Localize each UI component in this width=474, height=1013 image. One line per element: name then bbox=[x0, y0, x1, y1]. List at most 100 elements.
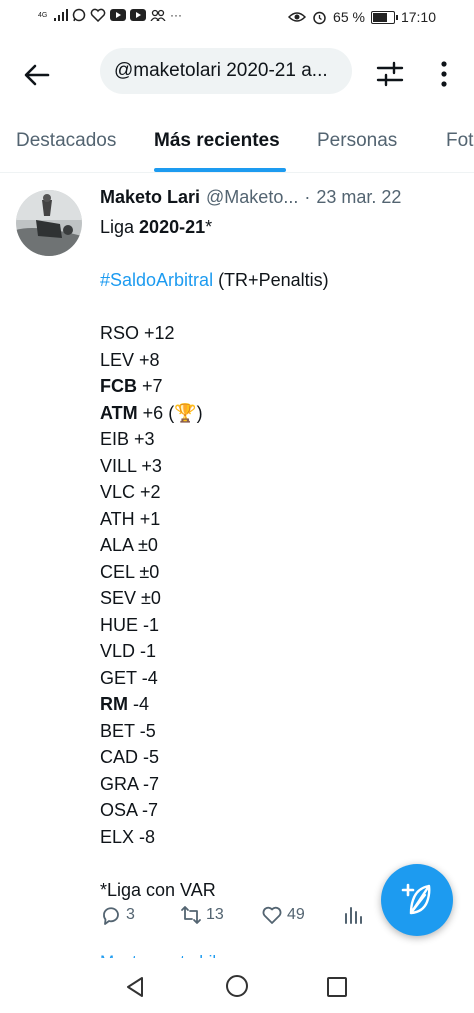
search-tabs: Destacados Más recientes Personas Fot bbox=[0, 118, 474, 173]
reply-icon bbox=[103, 907, 119, 925]
compose-tweet-button[interactable] bbox=[381, 864, 453, 936]
nav-back-button[interactable] bbox=[124, 975, 146, 1004]
ranking-row: VLC +2 bbox=[100, 479, 460, 506]
ranking-row: SEV ±0 bbox=[100, 585, 460, 612]
top-bar: @maketolari 2020-21 a... bbox=[0, 44, 474, 104]
nav-home-button[interactable] bbox=[224, 973, 250, 1004]
battery-icon bbox=[370, 10, 398, 24]
author-name[interactable]: Maketo Lari bbox=[100, 187, 200, 208]
youtube-icon-2 bbox=[130, 9, 146, 21]
status-bar-left: 4G ··· bbox=[38, 8, 182, 22]
team-code: CEL bbox=[100, 561, 135, 582]
team-balance: +7 bbox=[142, 376, 163, 396]
feather-plus-icon bbox=[401, 883, 431, 915]
ranking-row: GET -4 bbox=[100, 665, 460, 692]
analytics-button[interactable] bbox=[342, 904, 364, 926]
team-code: VILL bbox=[100, 455, 137, 476]
team-code: RM bbox=[100, 694, 128, 714]
system-nav-bar bbox=[0, 958, 474, 1013]
team-balance: -8 bbox=[139, 826, 156, 847]
separator-dot: · bbox=[304, 187, 311, 207]
team-code: VLC bbox=[100, 482, 136, 502]
heart-check-icon bbox=[90, 8, 106, 22]
team-code: ATH bbox=[100, 508, 135, 529]
team-code: GET bbox=[100, 667, 137, 688]
team-code: RSO bbox=[100, 323, 140, 343]
team-code: VLD bbox=[100, 641, 136, 661]
more-notifications-icon: ··· bbox=[170, 8, 182, 22]
team-balance: +8 bbox=[139, 349, 160, 370]
tweet-actions: 3 13 49 bbox=[100, 904, 400, 934]
team-balance: -1 bbox=[140, 641, 157, 661]
like-button[interactable]: 49 bbox=[261, 904, 305, 926]
team-balance: ±0 bbox=[138, 535, 158, 555]
team-code: LEV bbox=[100, 349, 135, 370]
team-balance: +6 (🏆) bbox=[142, 402, 203, 423]
eye-icon bbox=[288, 12, 307, 22]
tab-destacados[interactable]: Destacados bbox=[16, 130, 116, 152]
team-balance: -5 bbox=[143, 747, 160, 767]
team-balance: +3 bbox=[141, 455, 162, 476]
tab-personas[interactable]: Personas bbox=[317, 130, 397, 152]
team-code: EIB bbox=[100, 429, 130, 449]
team-code: SEV bbox=[100, 588, 137, 608]
tweet-text: Liga 2020-21* #SaldoArbitral (TR+Penalti… bbox=[100, 214, 460, 903]
team-code: ELX bbox=[100, 826, 135, 847]
team-balance: -4 bbox=[141, 667, 158, 688]
ranking-row: FCB +7 bbox=[100, 373, 460, 400]
team-code: BET bbox=[100, 720, 135, 741]
back-button[interactable] bbox=[20, 58, 54, 92]
reply-count: 3 bbox=[126, 906, 135, 923]
signal-icon bbox=[54, 9, 68, 21]
reply-button[interactable]: 3 bbox=[100, 904, 135, 926]
tweet-date[interactable]: 23 mar. 22 bbox=[316, 187, 401, 208]
bar-chart-icon bbox=[345, 907, 362, 924]
search-input[interactable]: @maketolari 2020-21 a... bbox=[100, 48, 352, 94]
ranking-row: VILL +3 bbox=[100, 453, 460, 480]
team-balance: +1 bbox=[139, 508, 161, 529]
team-code: GRA bbox=[100, 773, 139, 794]
network-indicator: 4G bbox=[38, 11, 48, 19]
more-options-button[interactable] bbox=[432, 58, 456, 90]
nav-recents-button[interactable] bbox=[326, 976, 348, 1003]
ranking-row: GRA -7 bbox=[100, 771, 460, 798]
status-bar-right: 65 % 17:10 bbox=[288, 9, 436, 25]
ranking-row: ELX -8 bbox=[100, 824, 460, 851]
youtube-icon bbox=[110, 9, 126, 21]
avatar[interactable] bbox=[16, 190, 82, 256]
ranking-row: EIB +3 bbox=[100, 426, 460, 453]
hashtag-link[interactable]: #SaldoArbitral bbox=[100, 270, 213, 290]
tweet-line-hashtag: #SaldoArbitral (TR+Penaltis) bbox=[100, 270, 329, 290]
ranking-row: LEV +8 bbox=[100, 347, 460, 374]
tab-mas-recientes[interactable]: Más recientes bbox=[154, 130, 280, 152]
tab-fotos[interactable]: Fot bbox=[446, 130, 473, 152]
retweet-button[interactable]: 13 bbox=[180, 904, 224, 926]
tweet-header: Maketo Lari @Maketo... · 23 mar. 22 bbox=[100, 187, 401, 208]
team-balance: -1 bbox=[143, 614, 160, 635]
ranking-row: ATM +6 (🏆) bbox=[100, 400, 460, 427]
team-balance: +3 bbox=[134, 429, 155, 449]
search-filter-button[interactable] bbox=[374, 58, 406, 90]
status-bar: 4G ··· 65 % 17:10 bbox=[0, 0, 474, 36]
author-handle[interactable]: @Maketo... bbox=[206, 187, 298, 208]
avatar-photo bbox=[16, 190, 82, 256]
heart-icon bbox=[262, 906, 282, 924]
vertical-dots-icon bbox=[441, 61, 447, 87]
ranking-row: HUE -1 bbox=[100, 612, 460, 639]
tweet-line-title: Liga 2020-21* bbox=[100, 217, 213, 237]
team-balance: -5 bbox=[139, 720, 156, 741]
active-tab-indicator bbox=[154, 168, 286, 172]
arrow-left-icon bbox=[24, 64, 50, 86]
team-code: CAD bbox=[100, 747, 139, 767]
ranking-row: BET -5 bbox=[100, 718, 460, 745]
alarm-icon bbox=[313, 11, 326, 24]
ranking-list: RSO +12 LEV +8 FCB +7 ATM +6 (🏆) EIB +3 VILL … bbox=[100, 320, 460, 850]
team-balance: ±0 bbox=[139, 561, 160, 582]
battery-percent: 65 % bbox=[333, 9, 365, 25]
sliders-icon bbox=[376, 61, 404, 87]
team-code: HUE bbox=[100, 614, 139, 635]
ranking-row: CAD -5 bbox=[100, 744, 460, 771]
team-code: ATM bbox=[100, 402, 138, 423]
team-balance: +12 bbox=[144, 323, 175, 343]
ranking-row: VLD -1 bbox=[100, 638, 460, 665]
